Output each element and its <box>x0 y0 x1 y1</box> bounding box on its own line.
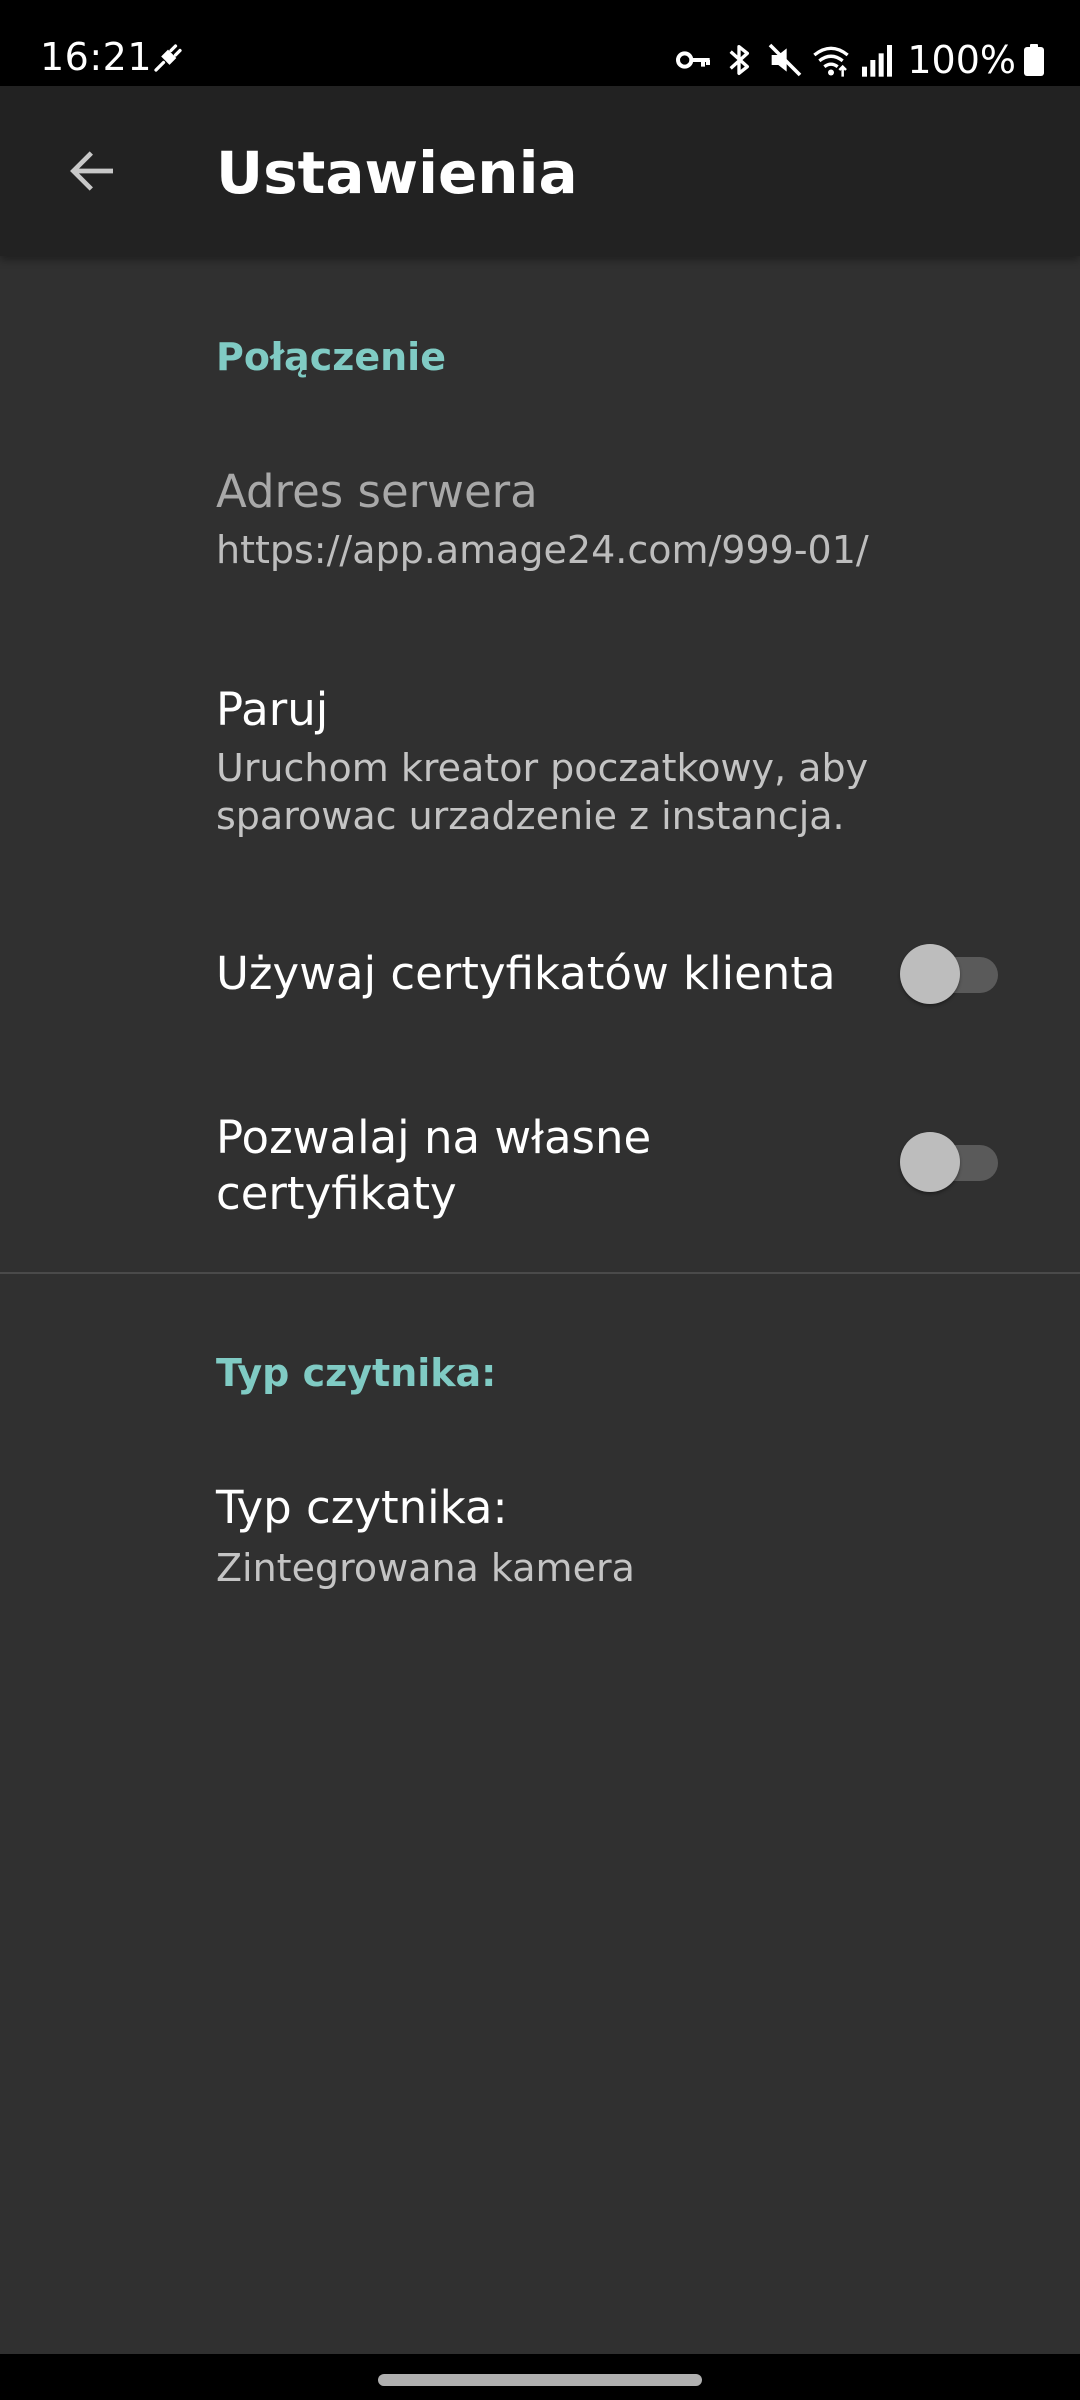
battery-icon <box>1024 44 1044 76</box>
pref-client-certificates[interactable]: Używaj certyfikatów klienta <box>0 910 1080 1040</box>
pref-server-address-title: Adres serwera <box>216 465 538 518</box>
wifi-icon <box>813 46 850 77</box>
pref-server-address-summary: https://app.amage24.com/999-01/ <box>216 528 869 572</box>
page-title: Ustawienia <box>216 139 578 207</box>
pref-server-address[interactable]: Adres serwera https://app.amage24.com/99… <box>0 436 1080 626</box>
section-header-reader: Typ czytnika: <box>216 1351 497 1395</box>
pref-reader-type-summary: Zintegrowana kamera <box>216 1546 635 1590</box>
arrow-back-icon <box>70 151 113 191</box>
back-button[interactable] <box>44 123 140 219</box>
pref-reader-type[interactable]: Typ czytnika: Zintegrowana kamera <box>0 1452 1080 1632</box>
pref-client-certificates-title: Używaj certyfikatów klienta <box>216 947 836 1000</box>
app-bar: Ustawienia <box>0 86 1080 256</box>
pref-pair[interactable]: Paruj Uruchom kreator poczatkowy, aby sp… <box>0 656 1080 876</box>
home-gesture-handle[interactable] <box>378 2374 702 2386</box>
mute-icon <box>769 43 802 77</box>
pref-pair-summary: Uruchom kreator poczatkowy, aby sparowac… <box>216 746 869 838</box>
bluetooth-icon <box>729 45 750 76</box>
battery-percentage: 100% <box>907 38 1016 82</box>
client-certificates-switch[interactable] <box>900 944 1000 1004</box>
status-icons: 100% <box>667 38 1044 82</box>
usb-debug-icon <box>154 44 182 72</box>
settings-screen: 16:21 100% Ustawienia Połączenie Adres s… <box>0 0 1080 2400</box>
pref-custom-certificates[interactable]: Pozwalaj na własne certyfikaty <box>0 1096 1080 1246</box>
pref-pair-title: Paruj <box>216 683 329 736</box>
vpn-key-icon <box>676 51 711 69</box>
section-divider <box>0 1272 1080 1274</box>
status-time: 16:21 <box>40 35 153 79</box>
pref-reader-type-title: Typ czytnika: <box>216 1481 508 1534</box>
custom-certificates-switch[interactable] <box>900 1132 1000 1192</box>
navigation-bar <box>0 2354 1080 2400</box>
pref-custom-certificates-title: Pozwalaj na własne certyfikaty <box>216 1111 652 1220</box>
status-bar: 16:21 100% <box>0 0 1080 86</box>
signal-icon <box>862 45 893 77</box>
section-header-connection: Połączenie <box>216 335 446 379</box>
